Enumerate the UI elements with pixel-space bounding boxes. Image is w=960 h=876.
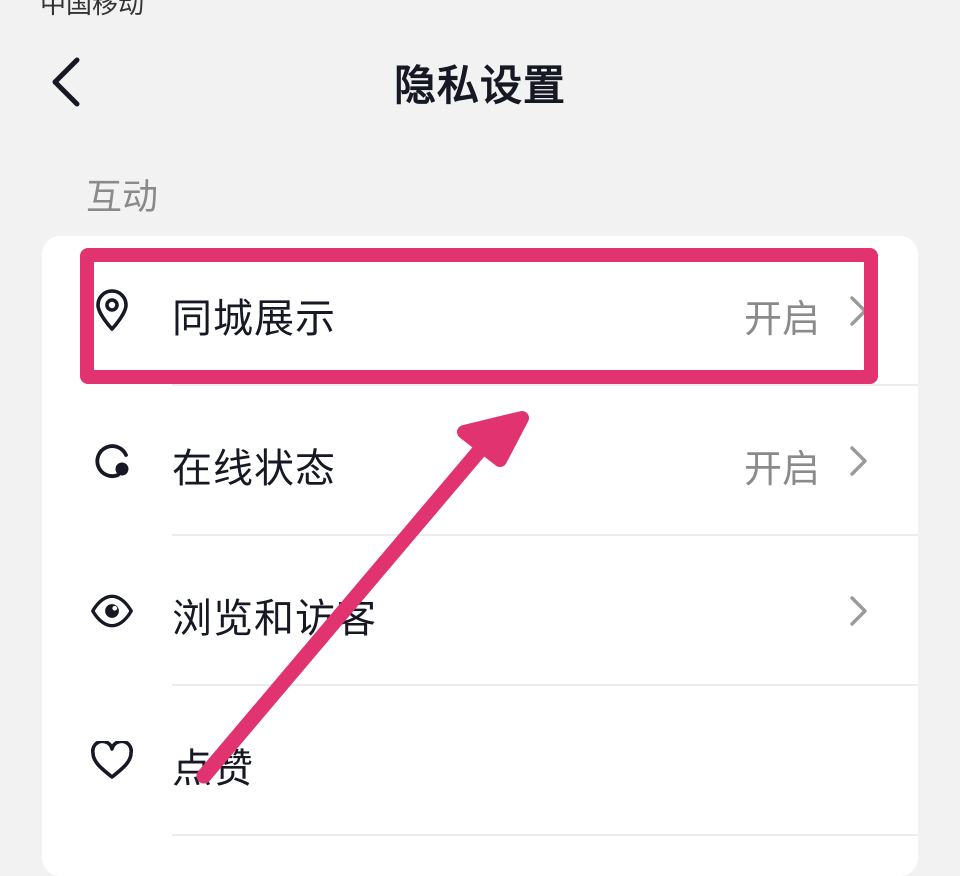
heart-icon [90, 739, 134, 783]
section-label: 互动 [86, 177, 159, 218]
setting-item-likes[interactable]: 点赞 [42, 686, 918, 836]
setting-item-online-status[interactable]: 在线状态 开启 [42, 386, 918, 536]
setting-item-value: 开启 [743, 447, 820, 491]
chevron-right-icon [850, 596, 867, 626]
settings-list: 同城展示 开启 在线状态 开启 浏览和访客 点赞 [42, 236, 918, 876]
setting-item-label: 点赞 [172, 746, 254, 792]
header: 隐私设置 [0, 30, 960, 134]
online-status-icon [90, 439, 134, 483]
location-pin-icon [90, 289, 134, 333]
page-title: 隐私设置 [393, 61, 566, 110]
status-carrier: 中国移动 [40, 0, 145, 20]
setting-item-value: 开启 [743, 297, 820, 341]
chevron-right-icon [850, 296, 867, 326]
setting-item-label: 在线状态 [172, 446, 336, 492]
setting-item-local-display[interactable]: 同城展示 开启 [42, 236, 918, 386]
eye-icon [90, 589, 134, 633]
divider [172, 834, 918, 836]
chevron-right-icon [850, 446, 867, 476]
setting-item-label: 浏览和访客 [172, 596, 377, 642]
setting-item-label: 同城展示 [172, 296, 336, 342]
setting-item-browse-visitors[interactable]: 浏览和访客 [42, 536, 918, 686]
